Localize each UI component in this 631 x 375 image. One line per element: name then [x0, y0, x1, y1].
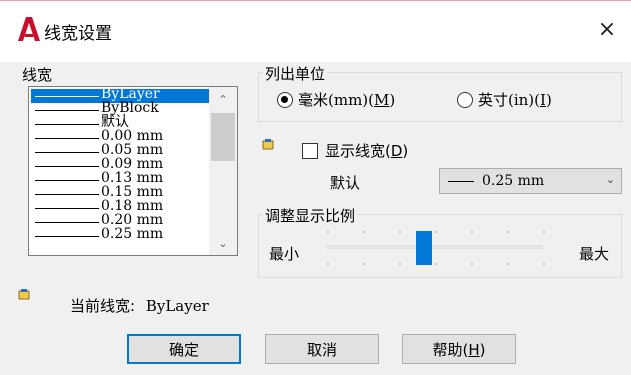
listbox-scrollbar[interactable]: ⌃ ⌄ [209, 87, 237, 255]
dialog-body: 线宽 ByLayer ByBlock 默认 0.00 mm 0.05 mm 0.09 mm… [0, 62, 631, 375]
chevron-up-icon: ⌃ [218, 92, 228, 106]
line-sample [448, 181, 474, 182]
close-button[interactable]: × [591, 13, 623, 45]
units-group: 列出单位 毫米(mm)(M) 英寸(in)(I) [258, 63, 622, 122]
scale-group: 调整显示比例 最小 最大 [258, 205, 622, 278]
line-sample [35, 236, 99, 237]
list-item-label: 0.25 mm [101, 226, 164, 242]
radio-mm[interactable]: 毫米(mm)(M) [277, 89, 395, 110]
scroll-up-button[interactable]: ⌃ [209, 87, 237, 111]
lineweight-items: ByLayer ByBlock 默认 0.00 mm 0.05 mm 0.09 mm 0.1… [29, 86, 209, 243]
radio-in[interactable]: 英寸(in)(I) [457, 89, 552, 110]
sheet-settings-icon [262, 139, 274, 150]
line-sample [35, 180, 99, 181]
autocad-a-icon [18, 17, 40, 41]
close-icon: × [597, 16, 617, 42]
list-item-label: 0.05 mm [101, 142, 164, 158]
display-lineweight-label: 显示线宽(D) [325, 142, 409, 160]
radio-selected-icon [277, 91, 293, 108]
line-sample [35, 124, 99, 125]
default-lineweight-dropdown[interactable]: 0.25 mm ⌄ [439, 168, 622, 194]
list-item-label: 0.15 mm [101, 184, 164, 200]
line-sample [35, 96, 99, 97]
line-sample [35, 138, 99, 139]
list-item-label: ByBlock [101, 100, 159, 116]
current-lineweight-label: 当前线宽: [70, 297, 136, 315]
list-item[interactable]: 0.25 mm [31, 226, 209, 243]
cancel-button[interactable]: 取消 [265, 334, 379, 364]
drawing-settings-icon [18, 289, 30, 300]
radio-mm-label: 毫米(mm)(M) [298, 91, 396, 109]
checkbox-box[interactable] [302, 142, 318, 159]
current-lineweight-value: ByLayer [145, 297, 209, 315]
list-item-label: 0.13 mm [101, 170, 164, 186]
radio-unselected-icon [457, 91, 473, 108]
scale-group-title: 调整显示比例 [263, 205, 358, 226]
display-lineweight-checkbox[interactable]: 显示线宽(D) [302, 140, 408, 161]
list-item-label: 0.09 mm [101, 156, 164, 172]
scale-slider-thumb[interactable] [416, 231, 433, 265]
default-label: 默认 [330, 174, 361, 192]
scale-max-label: 最大 [578, 245, 609, 263]
chevron-down-icon: ⌄ [605, 173, 615, 186]
line-sample [35, 208, 99, 209]
help-label: 帮助(H) [432, 340, 486, 359]
lineweight-label: 线宽 [22, 66, 53, 84]
scale-min-label: 最小 [269, 245, 300, 263]
default-lineweight-value: 0.25 mm [482, 173, 545, 189]
ok-button[interactable]: 确定 [127, 334, 241, 364]
list-item-label: 0.20 mm [101, 212, 164, 228]
help-button[interactable]: 帮助(H) [402, 334, 516, 364]
line-sample [35, 194, 99, 195]
units-group-title: 列出单位 [263, 63, 328, 84]
scroll-thumb[interactable] [211, 113, 235, 161]
list-item-label: 0.00 mm [101, 128, 164, 144]
line-sample [35, 222, 99, 223]
line-sample [35, 166, 99, 167]
list-item-label: 0.18 mm [101, 198, 164, 214]
cancel-label: 取消 [306, 340, 337, 359]
window-title: 线宽设置 [44, 24, 112, 44]
current-lineweight-row: 当前线宽: ByLayer [70, 295, 209, 316]
scroll-down-button[interactable]: ⌄ [209, 231, 237, 255]
lineweight-listbox[interactable]: ByLayer ByBlock 默认 0.00 mm 0.05 mm 0.09 mm 0.1… [28, 86, 238, 256]
scale-slider-track[interactable] [327, 245, 543, 249]
line-sample [35, 152, 99, 153]
radio-in-label: 英寸(in)(I) [478, 91, 552, 109]
ok-label: 确定 [168, 340, 199, 359]
list-item-label: ByLayer [101, 86, 160, 102]
title-bar: 线宽设置 × [0, 0, 631, 62]
chevron-down-icon: ⌄ [218, 236, 228, 250]
line-sample [35, 110, 99, 111]
list-item-label: 默认 [101, 114, 129, 130]
